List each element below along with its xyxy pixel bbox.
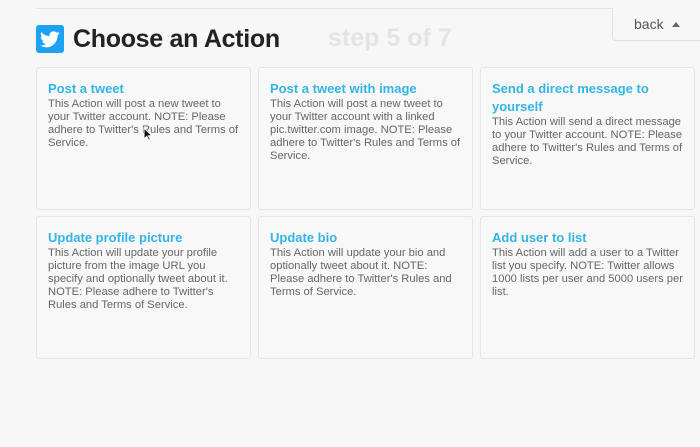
action-grid: Post a tweet This Action will post a new… bbox=[36, 67, 695, 359]
page-header: Choose an Action bbox=[36, 22, 280, 56]
action-card-description: This Action will update your profile pic… bbox=[48, 247, 228, 311]
step-indicator: step 5 of 7 bbox=[328, 24, 452, 52]
action-card-update-profile-picture[interactable]: Update profile picture This Action will … bbox=[36, 216, 251, 359]
page-title: Choose an Action bbox=[73, 24, 280, 53]
top-divider bbox=[36, 8, 700, 9]
action-card-description: This Action will update your bio and opt… bbox=[270, 247, 452, 298]
mouse-pointer-icon bbox=[143, 126, 154, 141]
action-card-title: Update bio bbox=[270, 230, 338, 245]
action-card-description: This Action will post a new tweet to you… bbox=[48, 98, 239, 149]
action-card-description: This Action will post a new tweet to you… bbox=[270, 98, 461, 162]
action-card-title: Post a tweet bbox=[48, 81, 124, 96]
action-card-send-direct-message[interactable]: Send a direct message to yourself This A… bbox=[480, 67, 695, 210]
back-button[interactable]: back bbox=[612, 8, 700, 41]
action-card-title: Send a direct message to yourself bbox=[492, 81, 649, 114]
page: Choose an Action step 5 of 7 back Post a… bbox=[0, 0, 700, 447]
action-card-title: Update profile picture bbox=[48, 230, 183, 245]
back-button-label: back bbox=[634, 16, 664, 32]
twitter-bird-icon bbox=[36, 25, 64, 53]
caret-up-icon bbox=[671, 21, 680, 27]
action-card-title: Add user to list bbox=[492, 230, 587, 245]
action-card-post-tweet-with-image[interactable]: Post a tweet with image This Action will… bbox=[258, 67, 473, 210]
action-card-update-bio[interactable]: Update bio This Action will update your … bbox=[258, 216, 473, 359]
action-card-description: This Action will add a user to a Twitter… bbox=[492, 247, 683, 298]
action-card-add-user-to-list[interactable]: Add user to list This Action will add a … bbox=[480, 216, 695, 359]
action-card-title: Post a tweet with image bbox=[270, 81, 417, 96]
action-card-description: This Action will send a direct message t… bbox=[492, 116, 683, 167]
